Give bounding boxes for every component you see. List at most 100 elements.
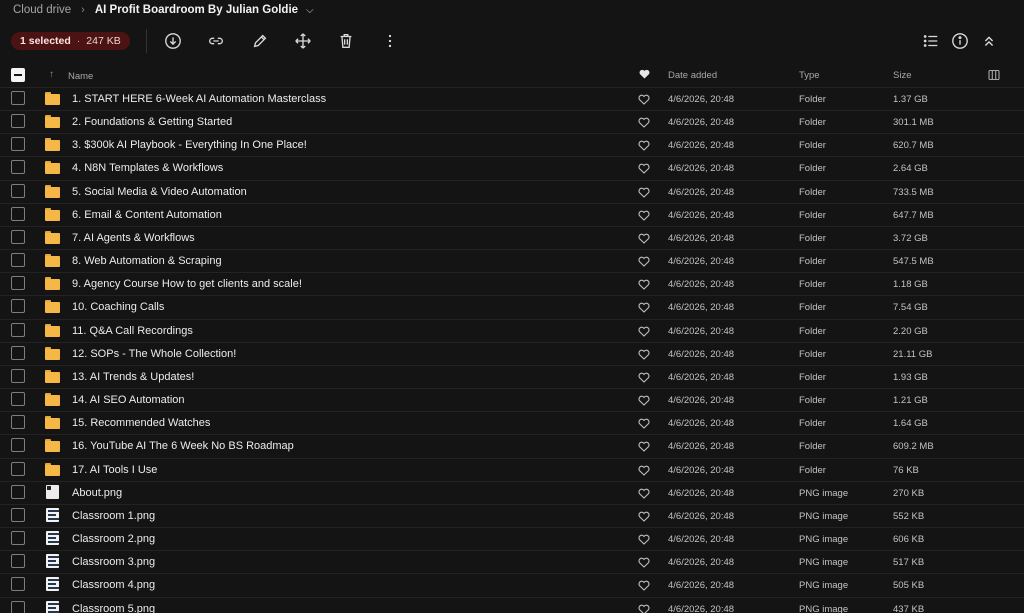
column-header-type[interactable]: Type bbox=[799, 70, 820, 81]
table-row[interactable]: 15. Recommended Watches 4/6/2026, 20:48 Fo… bbox=[0, 412, 1024, 436]
row-checkbox[interactable] bbox=[11, 554, 25, 569]
row-checkbox[interactable] bbox=[11, 392, 25, 407]
table-row[interactable]: 8. Web Automation & Scraping 4/6/2026, 20… bbox=[0, 250, 1024, 274]
row-checkbox[interactable] bbox=[11, 299, 25, 314]
breadcrumb-root[interactable]: Cloud drive bbox=[13, 4, 71, 16]
info-button[interactable] bbox=[949, 30, 971, 52]
file-name[interactable]: 10. Coaching Calls bbox=[72, 301, 164, 313]
row-checkbox[interactable] bbox=[11, 253, 25, 268]
heart-outline-icon[interactable] bbox=[638, 534, 650, 545]
rename-button[interactable] bbox=[249, 30, 271, 52]
delete-button[interactable] bbox=[335, 30, 357, 52]
table-row[interactable]: About.png 4/6/2026, 20:48 PNG image 270 KB bbox=[0, 482, 1024, 505]
collapse-button[interactable] bbox=[978, 30, 1000, 52]
share-link-button[interactable] bbox=[205, 30, 227, 52]
table-row[interactable]: 10. Coaching Calls 4/6/2026, 20:48 Folder 7… bbox=[0, 296, 1024, 320]
file-name[interactable]: Classroom 1.png bbox=[72, 510, 155, 522]
heart-outline-icon[interactable] bbox=[638, 140, 650, 152]
table-row[interactable]: 1. START HERE 6-Week AI Automation Maste… bbox=[0, 88, 1024, 112]
file-name[interactable]: 17. AI Tools I Use bbox=[72, 464, 157, 476]
table-row[interactable]: 9. Agency Course How to get clients and … bbox=[0, 273, 1024, 297]
heart-outline-icon[interactable] bbox=[638, 302, 650, 314]
heart-outline-icon[interactable] bbox=[638, 488, 650, 499]
chevron-down-icon[interactable]: ⌵ bbox=[306, 5, 314, 16]
heart-outline-icon[interactable] bbox=[638, 187, 650, 198]
row-checkbox[interactable] bbox=[11, 229, 25, 244]
heart-outline-icon[interactable] bbox=[638, 580, 650, 592]
row-checkbox[interactable] bbox=[11, 160, 25, 175]
table-row[interactable]: 4. N8N Templates & Workflows 4/6/2026, 20… bbox=[0, 157, 1024, 181]
heart-outline-icon[interactable] bbox=[638, 349, 650, 360]
file-name[interactable]: 7. AI Agents & Workflows bbox=[72, 232, 195, 244]
file-name[interactable]: Classroom 2.png bbox=[72, 533, 155, 545]
table-row[interactable]: Classroom 5.png 4/6/2026, 20:48 PNG image 4… bbox=[0, 598, 1024, 613]
row-checkbox[interactable] bbox=[11, 91, 25, 105]
heart-outline-icon[interactable] bbox=[638, 326, 650, 337]
columns-settings-icon[interactable] bbox=[988, 69, 1000, 81]
heart-outline-icon[interactable] bbox=[638, 279, 650, 291]
move-button[interactable] bbox=[292, 30, 314, 52]
heart-outline-icon[interactable] bbox=[638, 163, 650, 175]
row-checkbox[interactable] bbox=[11, 484, 25, 499]
file-name[interactable]: 13. AI Trends & Updates! bbox=[72, 371, 194, 383]
file-name[interactable]: 4. N8N Templates & Workflows bbox=[72, 162, 223, 174]
table-row[interactable]: 13. AI Trends & Updates! 4/6/2026, 20:48 F… bbox=[0, 366, 1024, 390]
table-row[interactable]: Classroom 2.png 4/6/2026, 20:48 PNG image 6… bbox=[0, 528, 1024, 552]
table-row[interactable]: 11. Q&A Call Recordings 4/6/2026, 20:48 Fo… bbox=[0, 320, 1024, 343]
table-row[interactable]: 7. AI Agents & Workflows 4/6/2026, 20:48 F… bbox=[0, 227, 1024, 251]
table-row[interactable]: 16. YouTube AI The 6 Week No BS Roadmap 4… bbox=[0, 435, 1024, 459]
table-row[interactable]: Classroom 3.png 4/6/2026, 20:48 PNG image 5… bbox=[0, 551, 1024, 575]
select-all-checkbox[interactable] bbox=[11, 68, 25, 82]
heart-outline-icon[interactable] bbox=[638, 465, 650, 476]
file-name[interactable]: 12. SOPs - The Whole Collection! bbox=[72, 348, 236, 360]
file-name[interactable]: Classroom 5.png bbox=[72, 603, 155, 613]
file-name[interactable]: 11. Q&A Call Recordings bbox=[72, 325, 193, 337]
column-header-date[interactable]: Date added bbox=[668, 70, 717, 81]
file-name[interactable]: 9. Agency Course How to get clients and … bbox=[72, 278, 302, 290]
table-row[interactable]: 5. Social Media & Video Automation 4/6/20… bbox=[0, 181, 1024, 204]
row-checkbox[interactable] bbox=[11, 415, 25, 430]
row-checkbox[interactable] bbox=[11, 345, 25, 360]
row-checkbox[interactable] bbox=[11, 322, 25, 337]
row-checkbox[interactable] bbox=[11, 276, 25, 291]
heart-outline-icon[interactable] bbox=[638, 441, 650, 453]
file-name[interactable]: 15. Recommended Watches bbox=[72, 417, 210, 429]
heart-outline-icon[interactable] bbox=[638, 511, 650, 522]
file-name[interactable]: 14. AI SEO Automation bbox=[72, 394, 185, 406]
heart-outline-icon[interactable] bbox=[638, 233, 650, 244]
sort-arrow-up-icon[interactable]: ↑ bbox=[49, 69, 54, 80]
row-checkbox[interactable] bbox=[11, 183, 25, 198]
row-checkbox[interactable] bbox=[11, 507, 25, 522]
heart-outline-icon[interactable] bbox=[638, 94, 650, 105]
table-row[interactable]: 17. AI Tools I Use 4/6/2026, 20:48 Folder 7… bbox=[0, 459, 1024, 482]
breadcrumb-current-folder[interactable]: AI Profit Boardroom By Julian Goldie bbox=[95, 4, 298, 16]
table-row[interactable]: 14. AI SEO Automation 4/6/2026, 20:48 Fold… bbox=[0, 389, 1024, 413]
heart-outline-icon[interactable] bbox=[638, 395, 650, 406]
file-name[interactable]: Classroom 4.png bbox=[72, 579, 155, 591]
file-name[interactable]: 8. Web Automation & Scraping bbox=[72, 255, 222, 267]
file-name[interactable]: 16. YouTube AI The 6 Week No BS Roadmap bbox=[72, 440, 294, 452]
file-name[interactable]: About.png bbox=[72, 487, 122, 499]
table-row[interactable]: 2. Foundations & Getting Started 4/6/2026… bbox=[0, 111, 1024, 135]
column-header-size[interactable]: Size bbox=[893, 70, 911, 81]
file-name[interactable]: 3. $300k AI Playbook - Everything In One… bbox=[72, 139, 307, 151]
row-checkbox[interactable] bbox=[11, 114, 25, 129]
row-checkbox[interactable] bbox=[11, 438, 25, 453]
table-row[interactable]: Classroom 1.png 4/6/2026, 20:48 PNG image 5… bbox=[0, 505, 1024, 529]
file-name[interactable]: 6. Email & Content Automation bbox=[72, 209, 222, 221]
row-checkbox[interactable] bbox=[11, 600, 25, 613]
heart-outline-icon[interactable] bbox=[638, 372, 650, 383]
heart-outline-icon[interactable] bbox=[638, 557, 650, 568]
file-name[interactable]: 5. Social Media & Video Automation bbox=[72, 186, 247, 198]
row-checkbox[interactable] bbox=[11, 461, 25, 476]
file-name[interactable]: Classroom 3.png bbox=[72, 556, 155, 568]
list-view-button[interactable] bbox=[920, 30, 942, 52]
table-row[interactable]: 3. $300k AI Playbook - Everything In One… bbox=[0, 134, 1024, 158]
row-checkbox[interactable] bbox=[11, 531, 25, 546]
row-checkbox[interactable] bbox=[11, 206, 25, 221]
table-row[interactable]: Classroom 4.png 4/6/2026, 20:48 PNG image 5… bbox=[0, 574, 1024, 598]
column-header-name[interactable]: Name bbox=[68, 71, 93, 82]
file-name[interactable]: 1. START HERE 6-Week AI Automation Maste… bbox=[72, 93, 326, 105]
heart-outline-icon[interactable] bbox=[638, 418, 650, 430]
heart-outline-icon[interactable] bbox=[638, 604, 650, 613]
